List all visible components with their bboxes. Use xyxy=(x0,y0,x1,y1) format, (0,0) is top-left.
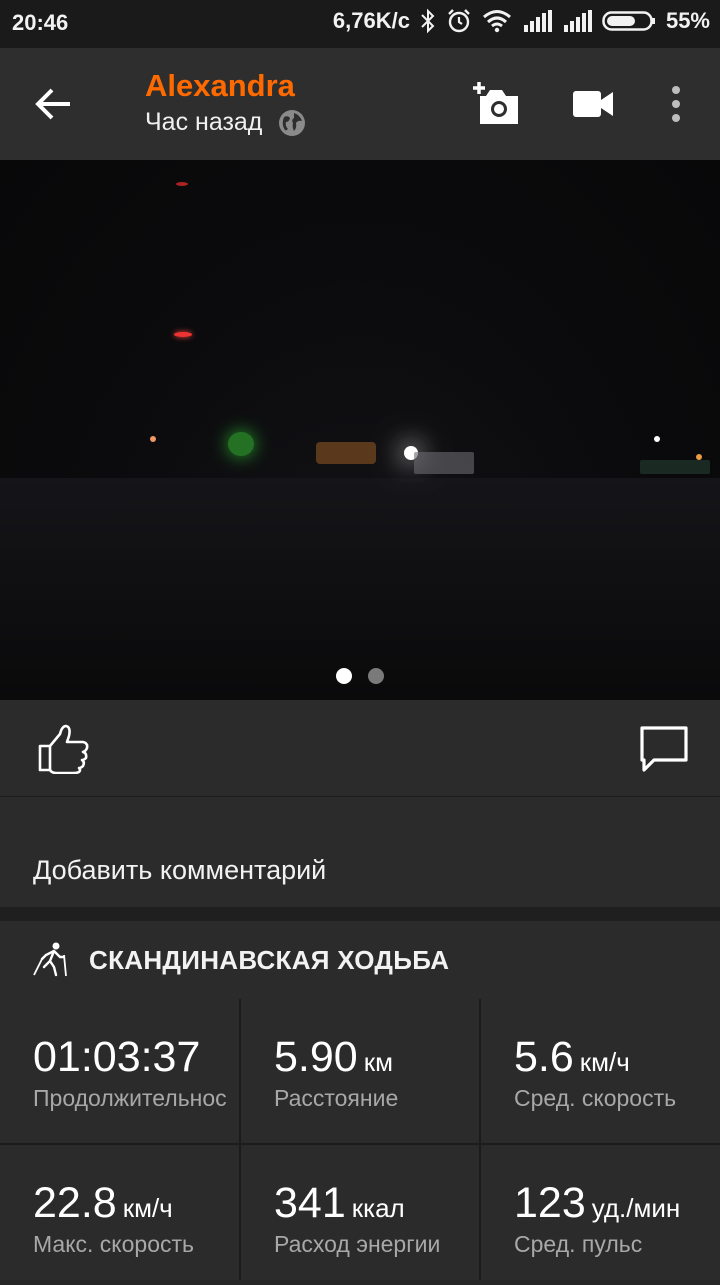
stat-calories: 341 ккал Расход энергии xyxy=(241,1145,481,1285)
globe-icon xyxy=(279,109,306,136)
photo-light xyxy=(174,332,192,337)
grid-divider xyxy=(0,1143,720,1145)
signal-icon-2 xyxy=(563,10,592,32)
stat-number: 5.6 xyxy=(514,1033,574,1081)
stat-number: 5.90 xyxy=(274,1033,358,1081)
stat-label: Сред. скорость xyxy=(514,1085,677,1111)
photo-light xyxy=(640,460,710,474)
pager-dot[interactable] xyxy=(368,668,384,684)
photo-light xyxy=(176,182,188,186)
stat-value: 5.6 км/ч xyxy=(514,1033,630,1082)
activity-header: СКАНДИНАВСКАЯ ХОДЬБА xyxy=(0,921,720,999)
wifi-icon xyxy=(482,10,511,33)
battery-percent: 55% xyxy=(665,8,710,33)
stat-avg-speed: 5.6 км/ч Сред. скорость xyxy=(481,999,720,1139)
back-arrow-icon[interactable] xyxy=(32,82,76,126)
stat-distance: 5.90 км Расстояние xyxy=(241,999,481,1139)
stat-label: Сред. пульс xyxy=(514,1231,643,1257)
stat-duration: 01:03:37 Продолжительнос xyxy=(0,999,240,1139)
stat-label: Расход энергии xyxy=(274,1231,441,1257)
stat-value: 123 уд./мин xyxy=(514,1179,680,1228)
photo-light xyxy=(316,442,376,464)
app-bar: Alexandra Час назад xyxy=(0,48,720,160)
add-comment-placeholder: Добавить комментарий xyxy=(33,855,327,885)
stat-unit: км/ч xyxy=(579,1047,630,1077)
stat-label: Расстояние xyxy=(274,1085,399,1111)
photo-light xyxy=(414,452,474,474)
user-name[interactable]: Alexandra xyxy=(145,68,295,104)
photo-pager xyxy=(336,668,384,684)
stat-label: Продолжительнос xyxy=(33,1085,227,1111)
stat-value: 01:03:37 xyxy=(33,1033,206,1082)
stat-number: 22.8 xyxy=(33,1179,117,1227)
video-camera-icon[interactable] xyxy=(572,88,614,120)
action-row xyxy=(0,700,720,797)
battery-icon xyxy=(602,11,655,31)
stat-number: 01:03:37 xyxy=(33,1033,201,1081)
photo-light xyxy=(228,432,254,456)
photo-ground xyxy=(0,478,720,700)
grid-divider xyxy=(239,999,241,1280)
more-vertical-icon[interactable] xyxy=(664,84,688,124)
stats-grid: 01:03:37 Продолжительнос 5.90 км Расстоян… xyxy=(0,999,720,1280)
signal-icon xyxy=(523,10,552,32)
stat-unit: км/ч xyxy=(122,1193,173,1223)
add-photo-icon[interactable] xyxy=(470,80,522,126)
photo-light xyxy=(654,436,660,442)
stat-value: 5.90 км xyxy=(274,1033,393,1082)
photo-light xyxy=(150,436,156,442)
pager-dot-active[interactable] xyxy=(336,668,352,684)
network-speed: 6,76K/c xyxy=(332,8,410,33)
stat-value: 341 ккал xyxy=(274,1179,405,1228)
activity-photo[interactable] xyxy=(0,160,720,700)
activity-title: СКАНДИНАВСКАЯ ХОДЬБА xyxy=(89,945,450,975)
stat-value: 22.8 км/ч xyxy=(33,1179,173,1228)
comment-icon[interactable] xyxy=(638,724,690,774)
stat-label: Макс. скорость xyxy=(33,1231,195,1257)
bluetooth-icon xyxy=(421,8,435,34)
stat-number: 341 xyxy=(274,1179,346,1227)
status-bar: 20:46 6,76K/c 55% xyxy=(0,0,720,48)
stat-unit: ккал xyxy=(351,1193,405,1223)
status-time: 20:46 xyxy=(12,10,69,35)
stat-unit: км xyxy=(363,1047,393,1077)
status-icons: 6,76K/c 55% xyxy=(333,8,710,34)
grid-divider xyxy=(479,999,481,1280)
stat-avg-heart-rate: 123 уд./мин Сред. пульс xyxy=(481,1145,720,1285)
post-meta: Час назад xyxy=(145,108,306,137)
stat-unit: уд./мин xyxy=(591,1193,681,1223)
stat-number: 123 xyxy=(514,1179,586,1227)
stat-max-speed: 22.8 км/ч Макс. скорость xyxy=(0,1145,240,1285)
nordic-walking-icon xyxy=(33,942,67,977)
add-comment-field[interactable]: Добавить комментарий xyxy=(0,797,720,907)
thumbs-up-icon[interactable] xyxy=(36,722,92,774)
section-divider xyxy=(0,907,720,921)
post-time: Час назад xyxy=(145,108,263,136)
alarm-icon xyxy=(448,9,470,33)
